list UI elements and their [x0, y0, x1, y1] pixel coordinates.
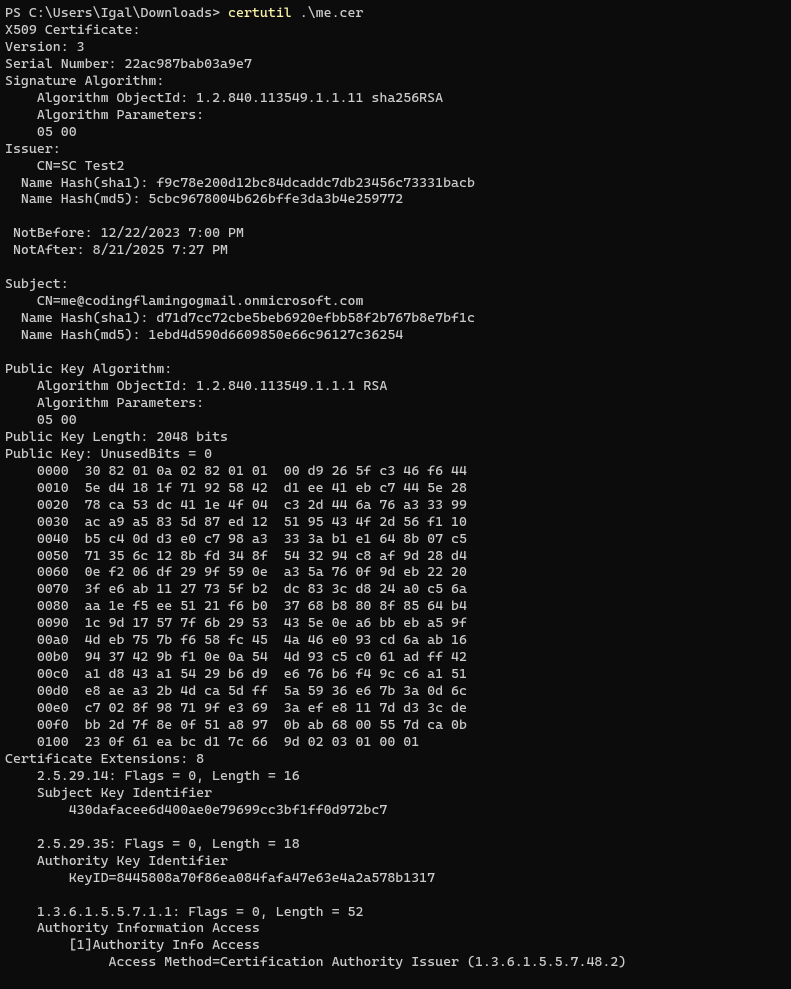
command: certutil [228, 5, 292, 21]
argument: .\me.cer [300, 5, 364, 21]
prompt: PS C:\Users\Igal\Downloads> [5, 5, 220, 21]
output: X509 Certificate: Version: 3 Serial Numb… [5, 22, 626, 970]
